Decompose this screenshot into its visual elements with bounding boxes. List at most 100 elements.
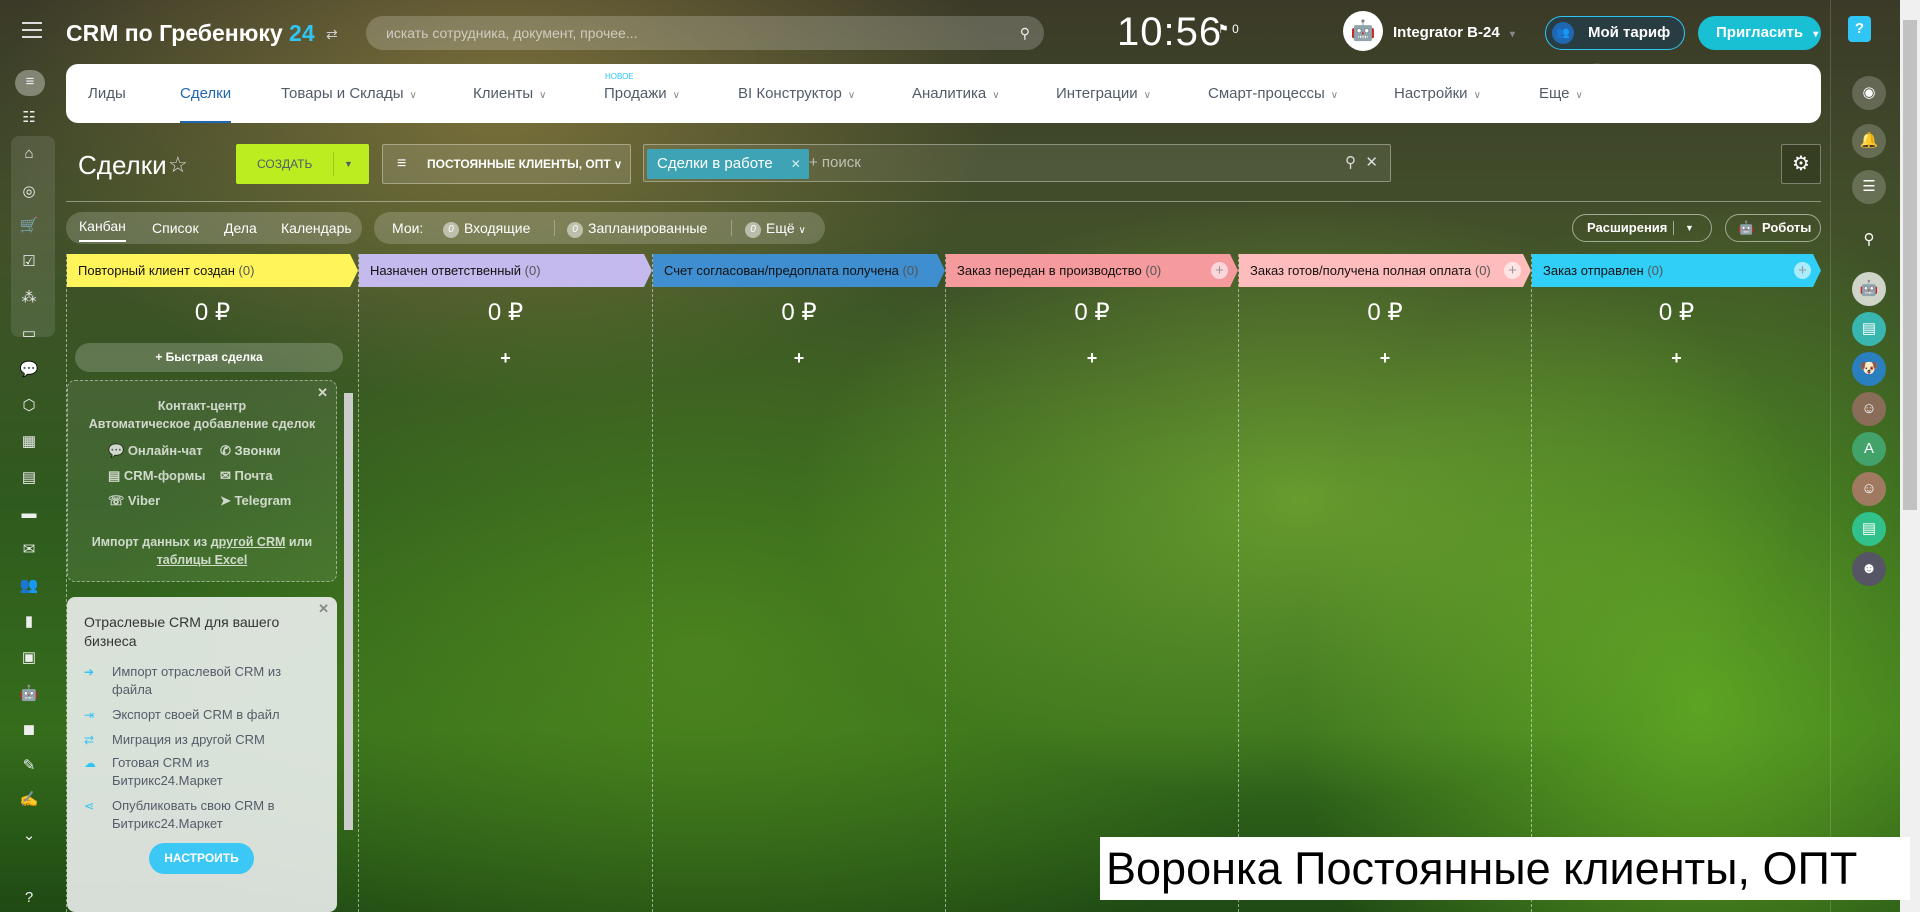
add-deal-icon[interactable]: + — [1532, 348, 1821, 369]
nav-clients[interactable]: Клиенты ∨ — [473, 85, 546, 102]
chevron-down-icon[interactable]: ▼ — [1685, 215, 1694, 241]
add-column-icon[interactable]: + — [1794, 262, 1811, 279]
nav-smart-processes[interactable]: Смарт-процессы ∨ — [1208, 85, 1338, 102]
channel-online-chat[interactable]: 💬 Онлайн-чат — [108, 443, 203, 459]
column-header[interactable]: Повторный клиент создан (0) — [67, 254, 358, 287]
extensions-button[interactable]: Расширения ▼ — [1572, 214, 1712, 242]
user-menu[interactable]: Integrator B-24 ▾ — [1393, 24, 1515, 41]
sidebar-edit-icon[interactable]: ✎ — [17, 754, 41, 778]
sidebar-contact-card-icon[interactable]: ▣ — [17, 646, 41, 670]
global-search-input[interactable]: искать сотрудника, документ, прочее... ⚲ — [366, 16, 1044, 50]
clock[interactable]: 10:56 — [1117, 10, 1222, 55]
column-scrollbar[interactable] — [344, 393, 353, 830]
nav-sales[interactable]: Продажи ∨ — [604, 85, 680, 102]
tariff-button[interactable]: 👥Мой тариф ▾ — [1545, 16, 1685, 72]
channel-crm-forms[interactable]: ▤ CRM-формы — [108, 468, 206, 484]
tab-calendar[interactable]: Календарь — [281, 212, 352, 244]
filter-chip[interactable]: Сделки в работе ✕ — [647, 149, 809, 179]
import-crm-link[interactable]: другой CRM — [211, 535, 286, 549]
sidebar-mail-icon[interactable]: ✉ — [17, 538, 41, 562]
search-icon[interactable]: ⚲ — [1345, 153, 1356, 171]
sidebar-checkbox-icon[interactable]: ☑ — [17, 250, 41, 274]
add-deal-icon[interactable]: + — [653, 348, 945, 369]
industry-item-market[interactable]: ☁ Готовая CRM из Битрикс24.Маркет — [84, 754, 304, 790]
create-button[interactable]: СОЗДАТЬ ▼ — [236, 144, 369, 184]
scrollbar-thumb[interactable] — [1903, 20, 1917, 510]
star-icon[interactable]: ☆ — [168, 152, 188, 178]
sidebar-store-icon[interactable]: ⌂ — [17, 142, 41, 166]
chat-avatar[interactable]: 🐶 — [1852, 352, 1886, 386]
nav-integrations[interactable]: Интеграции ∨ — [1056, 85, 1151, 102]
sidebar-hexagon-icon[interactable]: ⬡ — [17, 394, 41, 418]
sidebar-pipeline-icon[interactable]: ⁂ — [17, 286, 41, 310]
sidebar-target-icon[interactable]: ◎ — [17, 180, 41, 204]
sidebar-window-icon[interactable]: ▭ — [17, 322, 41, 346]
add-column-icon[interactable]: + — [1211, 262, 1228, 279]
column-header[interactable]: Счет согласован/предоплата получена (0) — [653, 254, 945, 287]
sidebar-drive-icon[interactable]: ▬ — [17, 502, 41, 526]
channel-calls[interactable]: ✆ Звонки — [220, 443, 281, 459]
sidebar-chart-icon[interactable]: ▮ — [17, 610, 41, 634]
copilot-icon[interactable]: ◉ — [1852, 76, 1886, 110]
chat-avatar[interactable]: ☺ — [1852, 392, 1886, 426]
nav-analytics[interactable]: Аналитика ∨ — [912, 85, 1000, 102]
nav-goods[interactable]: Товары и Склады ∨ — [281, 85, 417, 102]
sidebar-tasks-icon[interactable]: ☷ — [17, 106, 41, 130]
sidebar-calendar-icon[interactable]: ▦ — [17, 430, 41, 454]
user-avatar[interactable]: 🤖 — [1343, 11, 1383, 51]
sidebar-box-icon[interactable]: ◼ — [17, 718, 41, 742]
counter-planned[interactable]: 0 Запланированные — [567, 212, 707, 244]
chat-avatar[interactable]: 🤖 — [1852, 272, 1886, 306]
sidebar-users-icon[interactable]: 👥 — [17, 574, 41, 598]
channel-viber[interactable]: ☏ Viber — [108, 493, 160, 509]
channel-telegram[interactable]: ➤ Telegram — [220, 493, 291, 509]
industry-item-migration[interactable]: ⇄ Миграция из другой CRM — [84, 731, 304, 749]
search-icon[interactable]: ⚲ — [1020, 16, 1030, 50]
column-header[interactable]: Заказ отправлен (0) + — [1532, 254, 1821, 287]
close-icon[interactable]: ✕ — [791, 149, 801, 179]
invite-button[interactable]: Пригласить ▾ — [1698, 16, 1821, 50]
sidebar-help-icon[interactable]: ? — [17, 886, 41, 910]
add-deal-icon[interactable]: + — [359, 348, 652, 369]
chat-avatar[interactable]: ☻ — [1852, 552, 1886, 586]
column-header[interactable]: Назначен ответственный (0) — [359, 254, 652, 287]
quick-deal-button[interactable]: + Быстрая сделка — [75, 343, 343, 372]
add-deal-icon[interactable]: + — [946, 348, 1238, 369]
configure-button[interactable]: НАСТРОИТЬ — [149, 843, 254, 874]
search-icon[interactable]: ⚲ — [1852, 223, 1886, 257]
tab-activities[interactable]: Дела — [224, 212, 257, 244]
counter-more[interactable]: 0 Ещё ∨ — [745, 212, 806, 247]
chat-avatar[interactable]: ☺ — [1852, 472, 1886, 506]
chat-avatar[interactable]: ▤ — [1852, 512, 1886, 546]
page-scrollbar[interactable] — [1900, 0, 1920, 912]
sidebar-crm-funnel-icon[interactable]: ≡ — [15, 70, 45, 96]
nav-more[interactable]: Еще ∨ — [1539, 85, 1583, 102]
counter-incoming[interactable]: 0 Входящие — [443, 212, 530, 244]
nav-leads[interactable]: Лиды — [88, 85, 126, 102]
channel-mail[interactable]: ✉ Почта — [220, 468, 273, 484]
messenger-icon[interactable]: ☰ — [1852, 170, 1886, 204]
filter-search-input[interactable]: Сделки в работе ✕ + поиск ⚲ ✕ — [643, 144, 1391, 182]
nav-bi[interactable]: BI Конструктор ∨ — [738, 85, 855, 102]
chevron-down-icon[interactable]: ▼ — [344, 144, 353, 184]
add-column-icon[interactable]: + — [1504, 262, 1521, 279]
sidebar-sign-icon[interactable]: ✍ — [17, 788, 41, 812]
bell-icon[interactable]: 🔔 — [1852, 124, 1886, 158]
close-icon[interactable]: ✕ — [318, 601, 329, 617]
sidebar-cart-icon[interactable]: 🛒 — [17, 214, 41, 238]
swap-icon[interactable]: ⇄ — [326, 26, 338, 43]
chat-avatar[interactable]: A — [1852, 432, 1886, 466]
menu-icon[interactable] — [22, 22, 42, 38]
column-header[interactable]: Заказ передан в производство (0) + — [946, 254, 1238, 287]
settings-gear-icon[interactable]: ⚙ — [1781, 144, 1821, 184]
flag-counter[interactable]: ⚑ 0 — [1218, 22, 1239, 36]
chat-avatar[interactable]: ▤ — [1852, 312, 1886, 346]
add-deal-icon[interactable]: + — [1239, 348, 1531, 369]
close-icon[interactable]: ✕ — [317, 385, 328, 401]
sidebar-more-icon[interactable]: ⌄ — [17, 824, 41, 848]
nav-deals[interactable]: Сделки — [180, 85, 232, 123]
tab-kanban[interactable]: Канбан — [79, 212, 126, 242]
nav-settings[interactable]: Настройки ∨ — [1394, 85, 1481, 102]
clear-icon[interactable]: ✕ — [1365, 153, 1378, 171]
industry-item-publish[interactable]: ⋖ Опубликовать свою CRM в Битрикс24.Марке… — [84, 797, 304, 833]
